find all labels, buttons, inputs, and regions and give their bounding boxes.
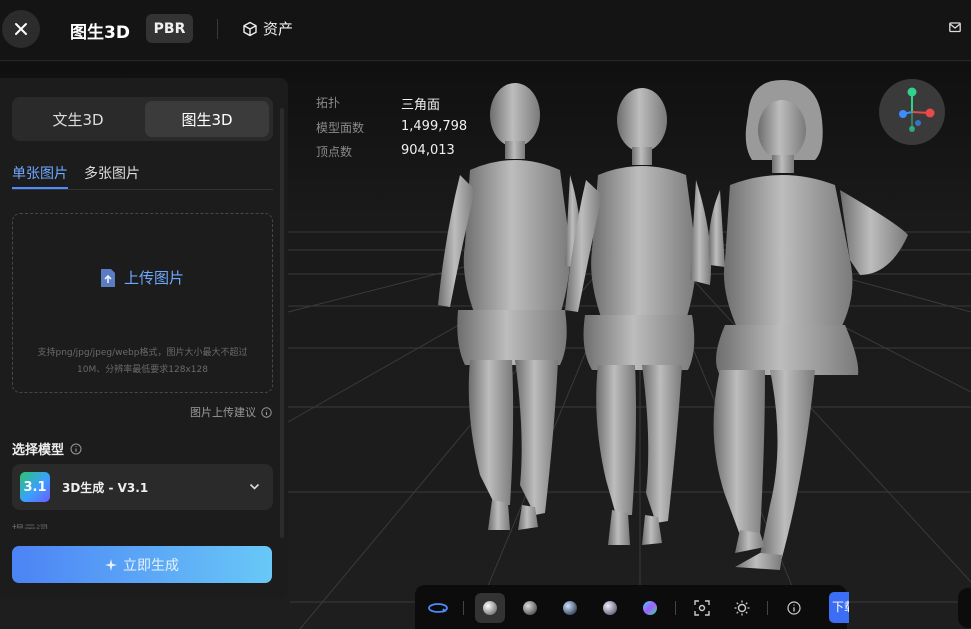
download-button[interactable]: 下载 [829,592,849,623]
material-clay-icon [483,601,497,615]
material-matte-button[interactable] [515,593,545,623]
material-gloss-button[interactable] [595,593,625,623]
upload-hint-line2: 10M、分辨率最低要求128x128 [77,365,208,375]
pbr-badge[interactable]: PBR [146,14,193,43]
figure-right [708,80,908,570]
rotate-icon [428,603,448,613]
info-icon [261,406,272,418]
material-matte-icon [523,601,537,615]
cube-icon [243,21,257,36]
selected-model: 3D生成 - V3.1 [62,481,149,495]
sparkle-icon [105,558,117,571]
divider [767,601,768,615]
upload-button[interactable]: 上传图片 [99,267,184,288]
generate-button[interactable]: 立即生成 [12,546,272,583]
mail-icon[interactable] [949,22,961,33]
close-button[interactable] [2,10,40,48]
assets-label: 资产 [263,20,294,38]
stat-topology: 拓扑 三角面 [316,94,476,119]
stat-vertex-count: 顶点数 904,013 [316,143,476,168]
top-bar: 图生3D PBR 资产 [0,0,971,61]
material-metal-icon [563,601,577,615]
tab-multi-image[interactable]: 多张图片 [84,163,140,183]
tab-single-image[interactable]: 单张图片 [12,163,68,183]
upload-dropzone[interactable]: 上传图片 支持png/jpg/jpeg/webp格式，图片大小最大不超过 10M… [12,213,273,393]
active-tab-indicator [12,187,68,189]
screenshot-button[interactable] [687,593,717,623]
viewer-toolbar [415,585,847,629]
auto-rotate-button[interactable] [423,593,453,623]
info-icon[interactable] [70,443,82,455]
model-select[interactable]: 3.1 3D生成 - V3.1 [12,464,273,510]
material-color-button[interactable] [635,593,665,623]
divider [463,601,464,615]
mode-switch: 文生3D 图生3D [12,97,273,141]
screenshot-icon [694,600,710,616]
material-color-icon [643,601,657,615]
lighting-icon [734,600,750,616]
stat-value: 1,499,798 [401,118,468,134]
material-metal-button[interactable] [555,593,585,623]
divider [217,19,218,39]
upload-label: 上传图片 [124,269,185,287]
upload-tips-link[interactable]: 图片上传建议 [190,404,272,420]
stat-label: 拓扑 [316,96,341,110]
stat-value: 904,013 [401,143,455,158]
divider [675,601,676,615]
info-icon [787,601,801,615]
stat-label: 顶点数 [316,145,353,159]
close-icon [15,23,27,35]
upload-tips-label: 图片上传建议 [190,406,256,419]
upload-hint-line1: 支持png/jpg/jpeg/webp格式，图片大小最大不超过 [37,348,248,358]
generate-label: 立即生成 [123,557,179,574]
left-panel: 文生3D 图生3D 单张图片 多张图片 上传图片 支持png/jpg/jpeg/… [0,78,288,599]
image-count-tabs: 单张图片 多张图片 [12,163,273,190]
axis-gizmo[interactable] [879,79,945,145]
model-version-icon: 3.1 [20,472,50,502]
prompt-section-label: 提示词 [12,521,48,529]
stat-label: 模型面数 [316,120,365,135]
material-clay-button[interactable] [475,593,505,623]
tab-image-to-3d[interactable]: 图生3D [145,101,269,137]
generated-model [438,80,908,570]
model-stats: 拓扑 三角面 模型面数 1,499,798 顶点数 904,013 [316,94,476,168]
page-title: 图生3D [70,23,130,43]
chevron-down-icon [249,483,260,490]
model-section-label: 选择模型 [12,439,82,458]
model-section-text: 选择模型 [12,443,65,458]
upload-icon [101,268,115,287]
upload-hint: 支持png/jpg/jpeg/webp格式，图片大小最大不超过 10M、分辨率最… [23,345,262,379]
panel-scrollbar[interactable] [280,108,284,538]
assets-link[interactable]: 资产 [242,18,293,39]
tab-text-to-3d[interactable]: 文生3D [16,101,140,137]
lighting-button[interactable] [727,593,757,623]
stat-face-count: 模型面数 1,499,798 [316,119,476,144]
stat-value: 三角面 [401,98,441,113]
figure-center [565,88,712,545]
info-button[interactable] [779,593,809,623]
material-gloss-icon [603,601,617,615]
axis-gizmo-icon [899,87,935,132]
floating-control[interactable] [958,588,971,628]
